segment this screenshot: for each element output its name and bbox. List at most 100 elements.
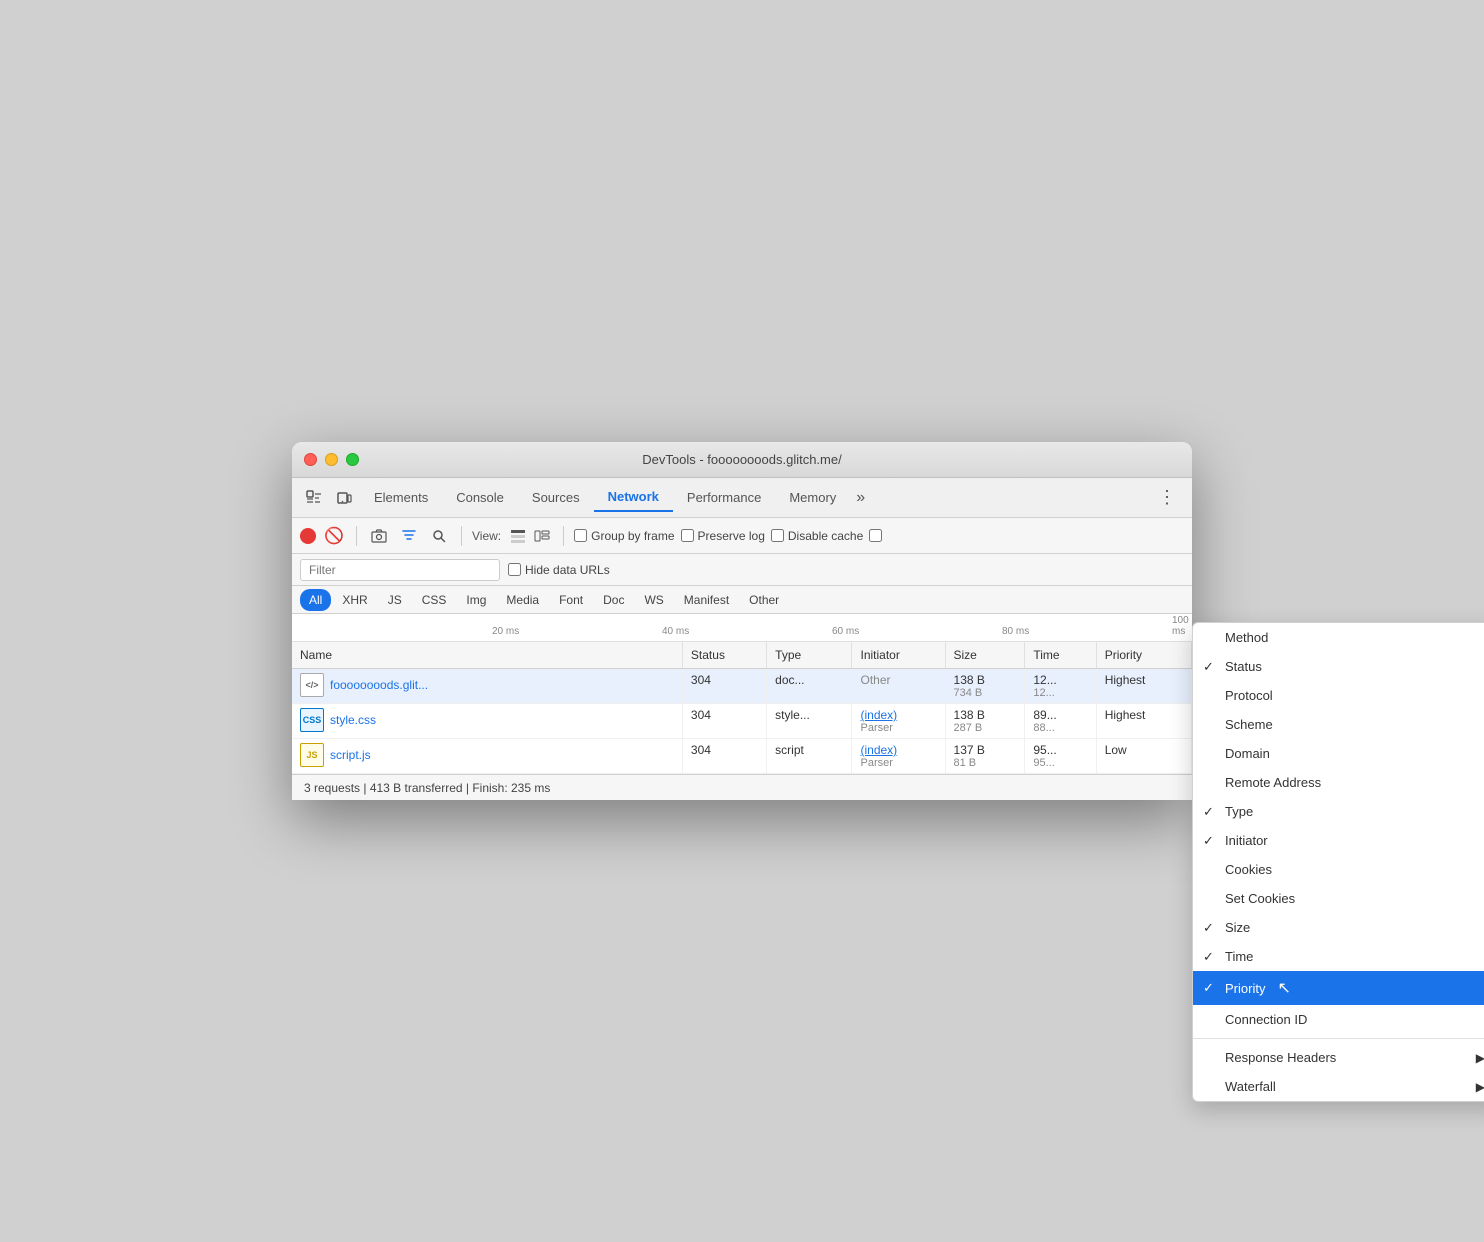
cell-size: 138 B734 B bbox=[945, 669, 1025, 704]
table-row[interactable]: CSSstyle.css304style...(index)Parser138 … bbox=[292, 704, 1192, 739]
timeline-tick: 20 ms bbox=[492, 626, 519, 637]
menu-item-response-headers[interactable]: Response Headers▶ bbox=[1193, 1043, 1484, 1072]
timeline-tick: 100 ms bbox=[1172, 615, 1192, 637]
menu-item-time[interactable]: ✓Time bbox=[1193, 942, 1484, 971]
record-button[interactable] bbox=[300, 528, 316, 544]
capture-screenshots-button[interactable] bbox=[367, 524, 391, 548]
filter-input[interactable] bbox=[300, 559, 500, 581]
menu-item-size[interactable]: ✓ Size bbox=[1193, 913, 1484, 942]
minimize-button[interactable] bbox=[325, 453, 338, 466]
devtools-menu-button[interactable]: ⋮ bbox=[1150, 483, 1184, 512]
view-label: View: bbox=[472, 529, 501, 543]
preserve-log-checkbox[interactable]: Preserve log bbox=[681, 529, 765, 543]
checkmark-icon: ✓ bbox=[1203, 920, 1214, 936]
title-bar: DevTools - foooooooods.glitch.me/ bbox=[292, 442, 1192, 478]
tab-console[interactable]: Console bbox=[442, 484, 518, 511]
cell-priority: Highest bbox=[1096, 704, 1191, 739]
type-filter-font[interactable]: Font bbox=[550, 589, 592, 611]
cell-time: 95...95... bbox=[1025, 739, 1096, 774]
context-menu: Method ✓Status Protocol SchemeDomainRemote … bbox=[1192, 622, 1484, 1102]
menu-item-status[interactable]: ✓Status bbox=[1193, 652, 1484, 681]
cell-name: CSSstyle.css bbox=[292, 704, 682, 739]
view-icons bbox=[507, 525, 553, 547]
network-table: NameStatusTypeInitiatorSizeTimePriority … bbox=[292, 642, 1192, 774]
toolbar-separator-2 bbox=[461, 526, 462, 546]
cell-priority: Low bbox=[1096, 739, 1191, 774]
more-tabs-button[interactable]: » bbox=[850, 485, 871, 511]
tab-memory[interactable]: Memory bbox=[775, 484, 850, 511]
clear-button[interactable]: 🚫 bbox=[322, 524, 346, 548]
network-toolbar: 🚫 View: bbox=[292, 518, 1192, 554]
extra-checkbox[interactable] bbox=[869, 529, 882, 542]
menu-item-label: Method bbox=[1225, 630, 1268, 645]
col-header-type[interactable]: Type bbox=[767, 642, 852, 669]
table-row[interactable]: </> foooooooods.glit...304doc...Other138… bbox=[292, 669, 1192, 704]
type-filter-doc[interactable]: Doc bbox=[594, 589, 633, 611]
col-header-size[interactable]: Size bbox=[945, 642, 1025, 669]
menu-item-protocol[interactable]: Protocol bbox=[1193, 681, 1484, 710]
cell-priority: Highest bbox=[1096, 669, 1191, 704]
tree-view-icon[interactable] bbox=[531, 525, 553, 547]
type-filter-css[interactable]: CSS bbox=[413, 589, 456, 611]
type-filter-ws[interactable]: WS bbox=[635, 589, 672, 611]
close-button[interactable] bbox=[304, 453, 317, 466]
search-button[interactable] bbox=[427, 524, 451, 548]
devtools-window: DevTools - foooooooods.glitch.me/ Elemen… bbox=[292, 442, 1192, 800]
type-filter-js[interactable]: JS bbox=[379, 589, 411, 611]
menu-item-cookies[interactable]: Cookies bbox=[1193, 855, 1484, 884]
menu-item-label: Set Cookies bbox=[1225, 891, 1295, 906]
inspect-element-icon[interactable] bbox=[300, 484, 328, 512]
tab-network[interactable]: Network bbox=[594, 483, 673, 512]
submenu-arrow-icon: ▶ bbox=[1476, 1051, 1484, 1065]
type-filter-manifest[interactable]: Manifest bbox=[675, 589, 738, 611]
menu-item-priority[interactable]: ✓Priority↖ bbox=[1193, 971, 1484, 1005]
js-icon: JS bbox=[300, 743, 324, 767]
menu-item-initiator[interactable]: ✓Initiator bbox=[1193, 826, 1484, 855]
device-toolbar-icon[interactable] bbox=[330, 484, 358, 512]
menu-item-method[interactable]: Method bbox=[1193, 623, 1484, 652]
col-header-time[interactable]: Time bbox=[1025, 642, 1096, 669]
cell-status: 304 bbox=[682, 669, 766, 704]
checkmark-icon: ✓ bbox=[1203, 833, 1214, 849]
disable-cache-checkbox[interactable]: Disable cache bbox=[771, 529, 863, 543]
col-header-priority[interactable]: Priority bbox=[1096, 642, 1191, 669]
menu-item-label: Time bbox=[1225, 949, 1253, 964]
tab-performance[interactable]: Performance bbox=[673, 484, 775, 511]
hide-data-urls-checkbox[interactable]: Hide data URLs bbox=[508, 563, 610, 577]
type-filter-xhr[interactable]: XHR bbox=[333, 589, 376, 611]
group-by-frame-checkbox[interactable]: Group by frame bbox=[574, 529, 674, 543]
type-filters: AllXHRJSCSSImgMediaFontDocWSManifestOthe… bbox=[292, 586, 1192, 614]
type-filter-other[interactable]: Other bbox=[740, 589, 788, 611]
menu-item-scheme[interactable]: Scheme bbox=[1193, 710, 1484, 739]
table-row[interactable]: JSscript.js304script(index)Parser137 B81… bbox=[292, 739, 1192, 774]
menu-item-waterfall[interactable]: Waterfall▶ bbox=[1193, 1072, 1484, 1101]
traffic-lights bbox=[304, 453, 359, 466]
menu-item-connection-id[interactable]: Connection ID bbox=[1193, 1005, 1484, 1034]
menu-item-remote-address[interactable]: Remote Address bbox=[1193, 768, 1484, 797]
maximize-button[interactable] bbox=[346, 453, 359, 466]
menu-item-type[interactable]: ✓Type bbox=[1193, 797, 1484, 826]
col-header-name[interactable]: Name bbox=[292, 642, 682, 669]
submenu-arrow-icon: ▶ bbox=[1476, 1080, 1484, 1094]
menu-item-label: Cookies bbox=[1225, 862, 1272, 877]
cell-type: script bbox=[767, 739, 852, 774]
menu-item-label: Size bbox=[1225, 920, 1250, 935]
type-filter-img[interactable]: Img bbox=[457, 589, 495, 611]
tabs-bar: Elements Console Sources Network Perform… bbox=[292, 478, 1192, 518]
list-view-icon[interactable] bbox=[507, 525, 529, 547]
menu-item-set-cookies[interactable]: Set Cookies bbox=[1193, 884, 1484, 913]
filter-button[interactable] bbox=[397, 524, 421, 548]
type-filter-media[interactable]: Media bbox=[497, 589, 548, 611]
menu-item-domain[interactable]: Domain bbox=[1193, 739, 1484, 768]
col-header-initiator[interactable]: Initiator bbox=[852, 642, 945, 669]
timeline-tick: 80 ms bbox=[1002, 626, 1029, 637]
cell-status: 304 bbox=[682, 704, 766, 739]
tab-elements[interactable]: Elements bbox=[360, 484, 442, 511]
timeline-tick: 60 ms bbox=[832, 626, 859, 637]
menu-item-label: Protocol bbox=[1225, 688, 1273, 703]
type-filter-all[interactable]: All bbox=[300, 589, 331, 611]
css-icon: CSS bbox=[300, 708, 324, 732]
tab-sources[interactable]: Sources bbox=[518, 484, 594, 511]
cell-initiator: (index)Parser bbox=[852, 739, 945, 774]
col-header-status[interactable]: Status bbox=[682, 642, 766, 669]
